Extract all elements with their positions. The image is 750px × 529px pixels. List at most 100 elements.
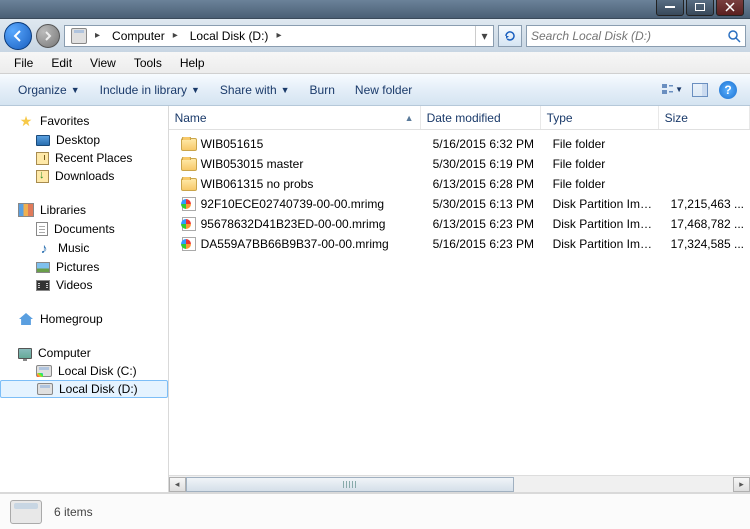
- file-row[interactable]: 92F10ECE02740739-00-00.mrimg5/30/2015 6:…: [169, 194, 750, 214]
- file-row[interactable]: DA559A7BB66B9B37-00-00.mrimg 5/16/2015 6:…: [169, 234, 750, 254]
- tree-group-libraries: Libraries Documents Music Pictures Video…: [0, 195, 168, 304]
- homegroup-label: Homegroup: [40, 312, 103, 326]
- view-icon: [661, 83, 673, 97]
- column-label: Date modified: [427, 111, 501, 125]
- sidebar-item-documents[interactable]: Documents: [0, 220, 168, 238]
- sidebar-item-desktop[interactable]: Desktop: [0, 131, 168, 149]
- tree-head-libraries[interactable]: Libraries: [0, 200, 168, 220]
- window-controls: [656, 0, 744, 16]
- file-size: 17,324,585 ...: [665, 237, 750, 251]
- minimize-button[interactable]: [656, 0, 684, 16]
- close-button[interactable]: [716, 0, 744, 16]
- nav-bar: ▸ Computer ▸ Local Disk (D:) ▸ ▾: [0, 18, 750, 52]
- new-folder-button[interactable]: New folder: [347, 79, 420, 101]
- column-label: Size: [665, 111, 688, 125]
- menu-edit[interactable]: Edit: [43, 54, 80, 72]
- libraries-label: Libraries: [40, 203, 86, 217]
- scroll-track[interactable]: [186, 477, 733, 492]
- file-type: File folder: [547, 137, 665, 151]
- search-input[interactable]: [527, 29, 723, 43]
- nav-back-button[interactable]: [4, 22, 32, 50]
- search-box[interactable]: [526, 25, 746, 47]
- command-bar: Organize▼ Include in library▼ Share with…: [0, 74, 750, 106]
- column-header-name[interactable]: Name▲: [169, 106, 421, 129]
- file-row[interactable]: 95678632D41B23ED-00-00.mrimg6/13/2015 6:…: [169, 214, 750, 234]
- maximize-button[interactable]: [686, 0, 714, 16]
- address-segment-root[interactable]: ▸: [65, 26, 106, 46]
- sidebar-item-downloads[interactable]: Downloads: [0, 167, 168, 185]
- organize-button[interactable]: Organize▼: [10, 79, 88, 101]
- menu-help[interactable]: Help: [172, 54, 213, 72]
- column-label: Type: [547, 111, 573, 125]
- burn-label: Burn: [310, 83, 335, 97]
- sidebar-item-pictures[interactable]: Pictures: [0, 258, 168, 276]
- scroll-right-button[interactable]: ▸: [733, 477, 750, 492]
- file-name: DA559A7BB66B9B37-00-00.mrimg: [201, 237, 389, 251]
- file-list[interactable]: WIB0516155/16/2015 6:32 PMFile folderWIB…: [169, 130, 750, 475]
- file-date: 5/16/2015 6:23 PM: [427, 237, 547, 251]
- search-icon[interactable]: [723, 29, 745, 43]
- scroll-thumb[interactable]: [186, 477, 514, 492]
- sidebar-item-label: Documents: [54, 222, 115, 236]
- file-row[interactable]: WIB0516155/16/2015 6:32 PMFile folder: [169, 134, 750, 154]
- chevron-down-icon: ▼: [281, 85, 290, 95]
- help-button[interactable]: ?: [716, 78, 740, 102]
- sidebar-item-recent-places[interactable]: Recent Places: [0, 149, 168, 167]
- help-icon: ?: [719, 81, 737, 99]
- chevron-right-icon: ▸: [91, 30, 104, 41]
- file-row[interactable]: WIB061315 no probs6/13/2015 6:28 PMFile …: [169, 174, 750, 194]
- scroll-grip-icon: [343, 481, 357, 488]
- file-type: Disk Partition Image: [547, 197, 665, 211]
- include-in-library-button[interactable]: Include in library▼: [92, 79, 208, 101]
- sidebar-item-local-disk-d[interactable]: Local Disk (D:): [0, 380, 168, 398]
- pictures-icon: [36, 262, 50, 273]
- folder-icon: [181, 138, 197, 151]
- sidebar-item-music[interactable]: Music: [0, 238, 168, 258]
- tree-group-homegroup: Homegroup: [0, 304, 168, 339]
- file-list-pane: Name▲ Date modified Type Size WIB0516155…: [169, 106, 750, 492]
- arrow-right-icon: [43, 31, 53, 41]
- sidebar-item-label: Desktop: [56, 133, 100, 147]
- address-segment-drive[interactable]: Local Disk (D:) ▸: [184, 26, 288, 46]
- menu-view[interactable]: View: [82, 54, 124, 72]
- column-header-size[interactable]: Size: [659, 106, 750, 129]
- address-dropdown-button[interactable]: ▾: [475, 26, 493, 46]
- star-icon: [18, 113, 34, 129]
- downloads-icon: [36, 170, 49, 183]
- share-with-button[interactable]: Share with▼: [212, 79, 298, 101]
- nav-forward-button[interactable]: [36, 24, 60, 48]
- disk-image-icon: [181, 216, 197, 232]
- tree-head-homegroup[interactable]: Homegroup: [0, 309, 168, 329]
- address-bar[interactable]: ▸ Computer ▸ Local Disk (D:) ▸ ▾: [64, 25, 494, 47]
- file-size: 17,215,463 ...: [665, 197, 750, 211]
- file-date: 6/13/2015 6:28 PM: [427, 177, 547, 191]
- drive-c-icon: [36, 365, 52, 377]
- tree-head-computer[interactable]: Computer: [0, 344, 168, 362]
- address-segment-computer[interactable]: Computer ▸: [106, 26, 184, 46]
- sidebar-item-label: Local Disk (C:): [58, 364, 137, 378]
- tree-head-favorites[interactable]: Favorites: [0, 111, 168, 131]
- new-folder-label: New folder: [355, 83, 412, 97]
- menu-tools[interactable]: Tools: [126, 54, 170, 72]
- horizontal-scrollbar[interactable]: ◂ ▸: [169, 475, 750, 492]
- sort-asc-icon: ▲: [405, 113, 414, 123]
- sidebar-item-label: Local Disk (D:): [59, 382, 138, 396]
- burn-button[interactable]: Burn: [302, 79, 343, 101]
- preview-pane-button[interactable]: [688, 78, 712, 102]
- menu-file[interactable]: File: [6, 54, 41, 72]
- drive-icon: [10, 500, 42, 524]
- scroll-left-button[interactable]: ◂: [169, 477, 186, 492]
- file-name: 95678632D41B23ED-00-00.mrimg: [201, 217, 386, 231]
- chevron-right-icon: ▸: [272, 30, 285, 41]
- column-header-date[interactable]: Date modified: [421, 106, 541, 129]
- navigation-pane[interactable]: Favorites Desktop Recent Places Download…: [0, 106, 169, 492]
- tree-group-computer: Computer Local Disk (C:) Local Disk (D:): [0, 339, 168, 408]
- sidebar-item-videos[interactable]: Videos: [0, 276, 168, 294]
- refresh-button[interactable]: [498, 25, 522, 47]
- folder-icon: [181, 178, 197, 191]
- change-view-button[interactable]: ▼: [660, 78, 684, 102]
- sidebar-item-local-disk-c[interactable]: Local Disk (C:): [0, 362, 168, 380]
- file-row[interactable]: WIB053015 master5/30/2015 6:19 PMFile fo…: [169, 154, 750, 174]
- libraries-icon: [18, 202, 34, 218]
- column-header-type[interactable]: Type: [541, 106, 659, 129]
